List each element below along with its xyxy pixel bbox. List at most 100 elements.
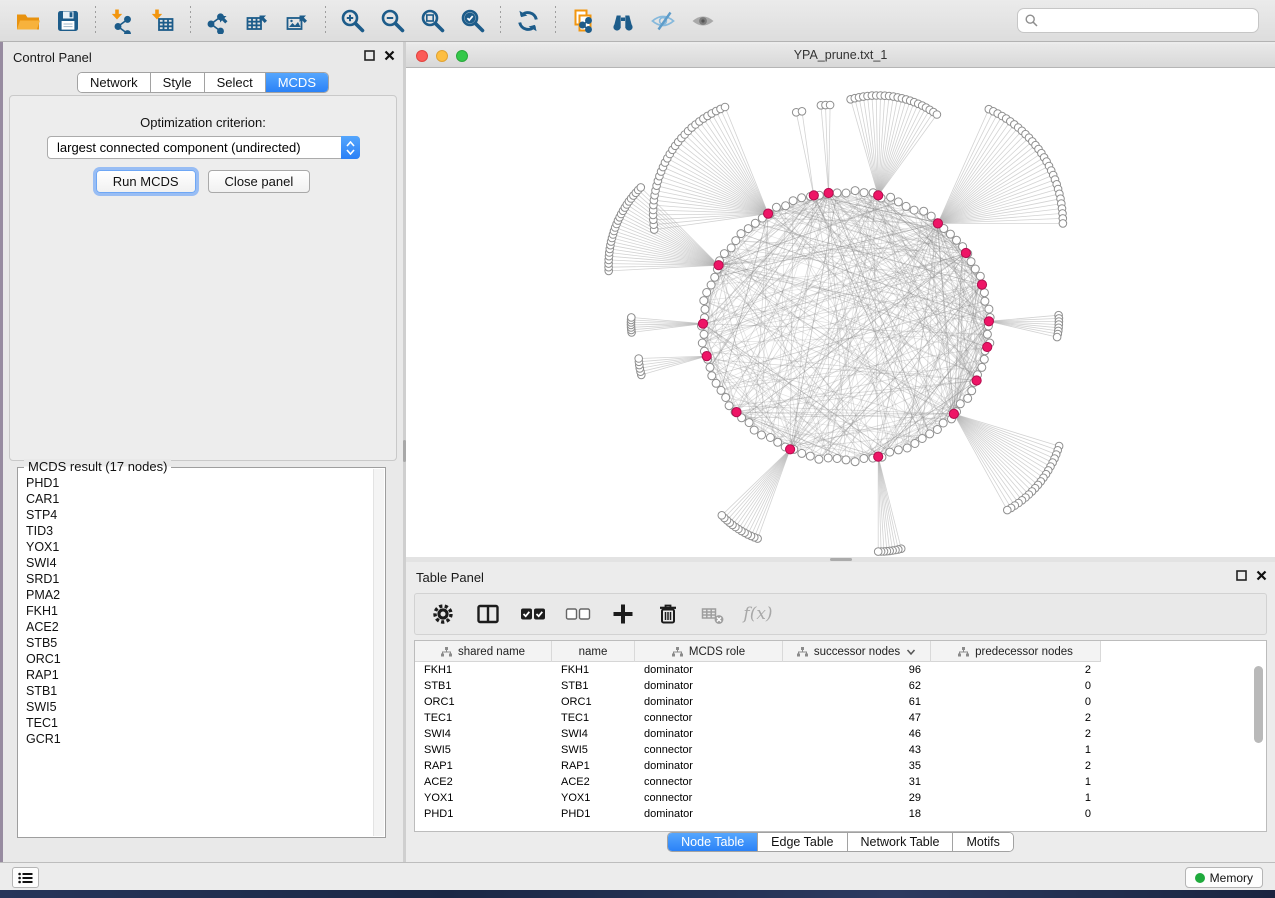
network-node[interactable] (985, 305, 993, 313)
network-node[interactable] (920, 207, 928, 215)
network-node[interactable] (956, 400, 964, 408)
open-button[interactable] (8, 4, 48, 38)
table-scrollbar-thumb[interactable] (1254, 666, 1263, 743)
network-node[interactable] (722, 394, 730, 402)
search-box[interactable] (1017, 8, 1259, 33)
tab-edge-table[interactable]: Edge Table (757, 833, 846, 851)
mcds-result-item[interactable]: PHD1 (26, 475, 372, 491)
network-node[interactable] (703, 289, 711, 297)
refresh-button[interactable] (508, 4, 548, 38)
mcds-node[interactable] (972, 376, 981, 385)
leaf-node[interactable] (637, 184, 645, 192)
mcds-node[interactable] (874, 191, 883, 200)
select-all-button[interactable] (519, 600, 547, 628)
tab-network[interactable]: Network (78, 73, 150, 92)
mcds-result-item[interactable]: FKH1 (26, 603, 372, 619)
leaf-node[interactable] (628, 314, 636, 322)
network-node[interactable] (706, 363, 714, 371)
network-node[interactable] (968, 387, 976, 395)
tab-network-table[interactable]: Network Table (847, 833, 953, 851)
zoom-out-button[interactable] (373, 4, 413, 38)
network-node[interactable] (833, 189, 841, 197)
mcds-result-item[interactable]: ORC1 (26, 651, 372, 667)
network-node[interactable] (980, 289, 988, 297)
mcds-result-item[interactable]: RAP1 (26, 667, 372, 683)
mcds-result-item[interactable]: TEC1 (26, 715, 372, 731)
mcds-node[interactable] (698, 319, 707, 328)
export-image-button[interactable] (278, 4, 318, 38)
network-node[interactable] (976, 272, 984, 280)
network-node[interactable] (750, 426, 758, 434)
mcds-result-item[interactable]: ACE2 (26, 619, 372, 635)
table-row[interactable]: TEC1TEC1connector472 (415, 710, 1266, 726)
close-panel-icon[interactable] (1256, 570, 1267, 581)
network-node[interactable] (751, 219, 759, 227)
network-node[interactable] (701, 305, 709, 313)
tab-select[interactable]: Select (204, 73, 265, 92)
network-node[interactable] (700, 330, 708, 338)
network-node[interactable] (894, 198, 902, 206)
network-node[interactable] (980, 355, 988, 363)
mcds-result-item[interactable]: STP4 (26, 507, 372, 523)
binoculars-button[interactable] (603, 4, 643, 38)
network-node[interactable] (772, 203, 780, 211)
table-row[interactable]: STB1STB1dominator620 (415, 678, 1266, 694)
network-node[interactable] (708, 372, 716, 380)
tab-mcds[interactable]: MCDS (265, 73, 328, 92)
export-network-button[interactable] (198, 4, 238, 38)
mcds-result-item[interactable]: PMA2 (26, 587, 372, 603)
import-table-button[interactable] (143, 4, 183, 38)
tab-motifs[interactable]: Motifs (952, 833, 1012, 851)
leaf-node[interactable] (874, 548, 882, 556)
mcds-result-item[interactable]: CAR1 (26, 491, 372, 507)
network-node[interactable] (860, 189, 868, 197)
network-node[interactable] (887, 193, 895, 201)
network-node[interactable] (851, 458, 859, 466)
search-input[interactable] (1038, 14, 1251, 28)
network-node[interactable] (894, 446, 902, 454)
network-node[interactable] (806, 452, 814, 460)
tab-style[interactable]: Style (150, 73, 204, 92)
network-window-titlebar[interactable]: YPA_prune.txt_1 (406, 44, 1275, 68)
leaf-node[interactable] (1053, 333, 1061, 341)
network-node[interactable] (744, 225, 752, 233)
tab-node-table[interactable]: Node Table (668, 833, 757, 851)
export-table-button[interactable] (238, 4, 278, 38)
leaf-node[interactable] (718, 512, 726, 520)
leaf-node[interactable] (798, 108, 806, 116)
network-node[interactable] (707, 281, 715, 289)
network-node[interactable] (971, 265, 979, 273)
table-row[interactable]: PHD1PHD1dominator180 (415, 806, 1266, 822)
mcds-node[interactable] (983, 342, 992, 351)
network-node[interactable] (910, 206, 918, 214)
settings-button[interactable] (429, 600, 457, 628)
network-node[interactable] (782, 202, 790, 210)
network-node[interactable] (967, 258, 975, 266)
mcds-node[interactable] (933, 219, 942, 228)
copy-share-button[interactable] (563, 4, 603, 38)
run-mcds-button[interactable]: Run MCDS (96, 170, 196, 193)
network-node[interactable] (860, 455, 868, 463)
mcds-result-item[interactable]: TID3 (26, 523, 372, 539)
float-panel-icon[interactable] (1236, 570, 1247, 581)
network-node[interactable] (886, 448, 894, 456)
table-row[interactable]: ORC1ORC1dominator610 (415, 694, 1266, 710)
network-node[interactable] (927, 212, 935, 220)
mcds-result-item[interactable]: SWI5 (26, 699, 372, 715)
mcds-node[interactable] (984, 317, 993, 326)
mcds-result-item[interactable]: STB1 (26, 683, 372, 699)
network-node[interactable] (824, 454, 832, 462)
leaf-node[interactable] (635, 355, 643, 363)
mcds-node[interactable] (702, 352, 711, 361)
leaf-node[interactable] (933, 111, 941, 119)
mcds-node[interactable] (764, 209, 773, 218)
column-header-predecessor-nodes[interactable]: predecessor nodes (931, 641, 1101, 662)
network-node[interactable] (745, 419, 753, 427)
mcds-result-item[interactable]: GCR1 (26, 731, 372, 747)
network-node[interactable] (933, 426, 941, 434)
network-node[interactable] (712, 379, 720, 387)
hide-items-button[interactable] (643, 4, 683, 38)
memory-button[interactable]: Memory (1185, 867, 1263, 888)
table-row[interactable]: FKH1FKH1dominator962 (415, 662, 1266, 678)
network-node[interactable] (903, 444, 911, 452)
